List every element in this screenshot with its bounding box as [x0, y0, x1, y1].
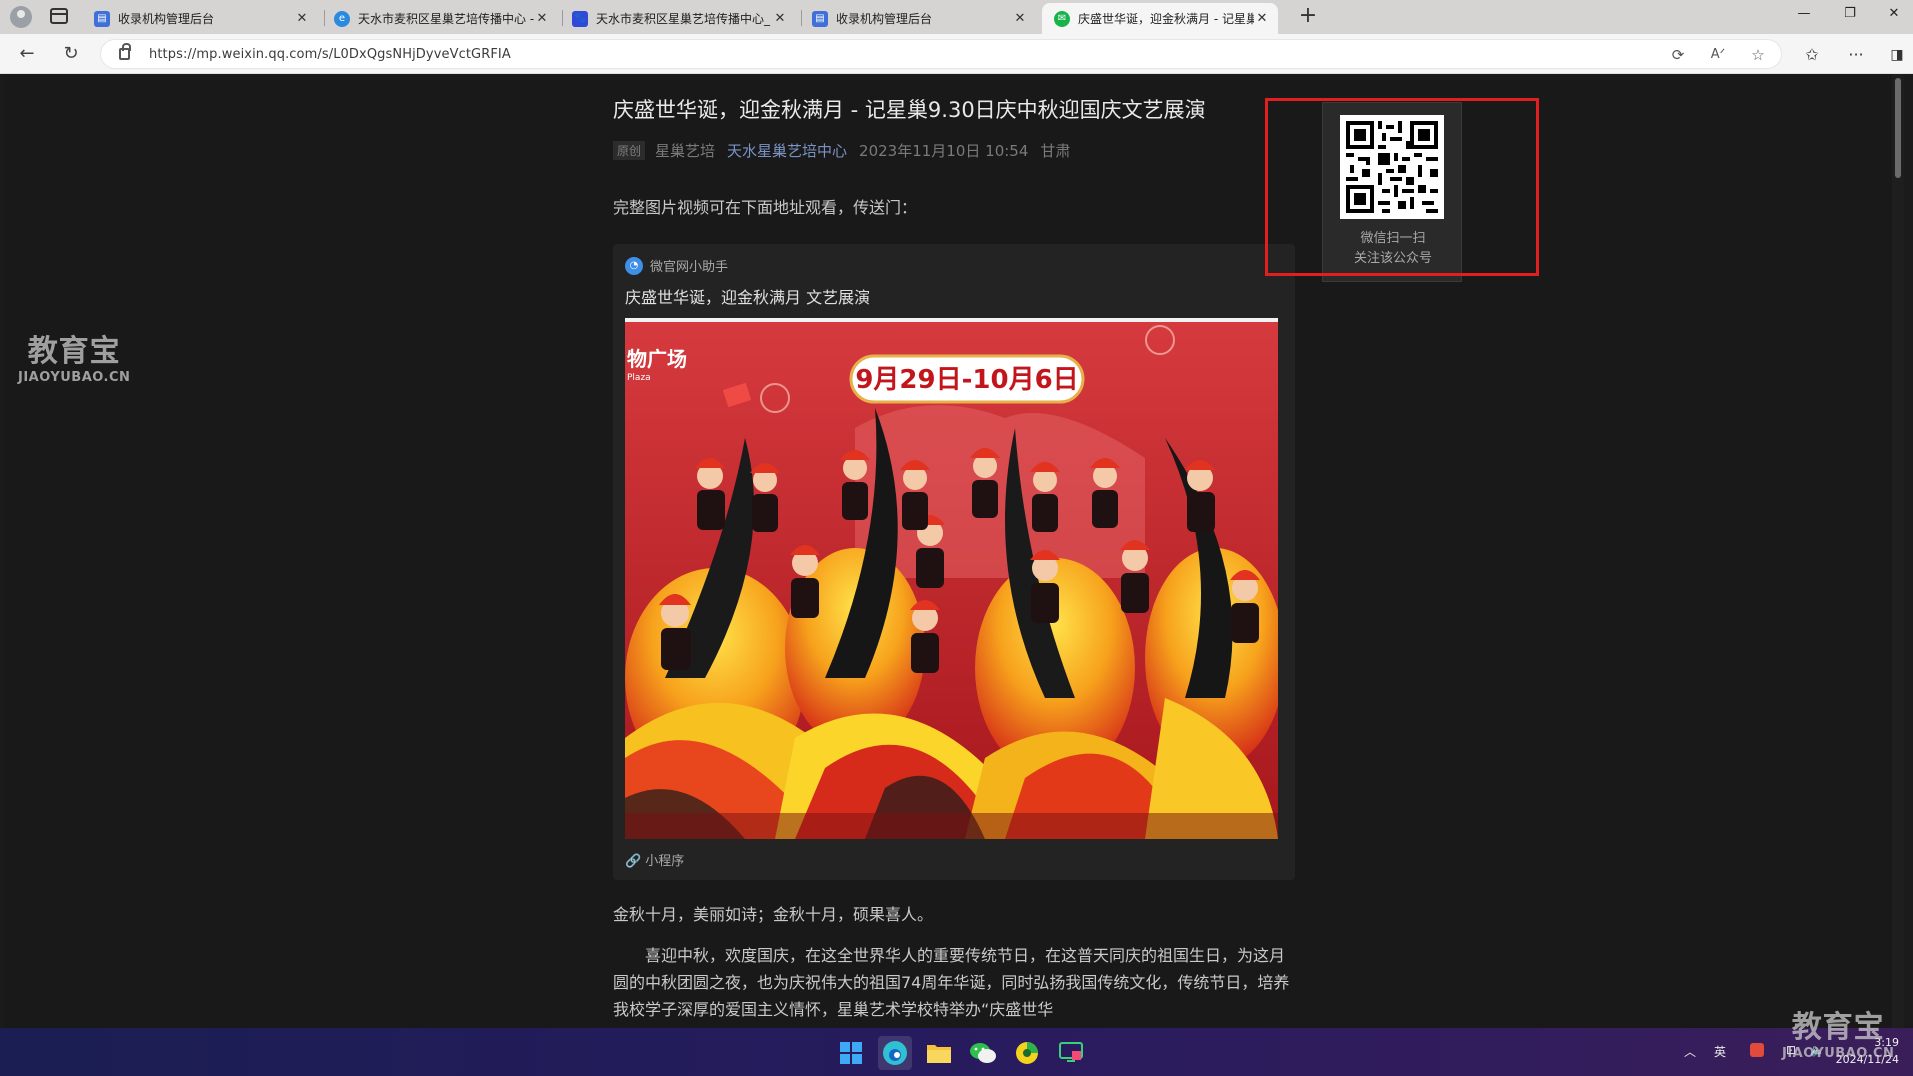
tray-overflow-icon[interactable]: ︿	[1684, 1043, 1696, 1060]
lock-icon[interactable]	[119, 43, 131, 60]
edge-browser-icon	[883, 1041, 907, 1065]
red-app-icon	[1750, 1043, 1764, 1057]
tab-xingchao-baidu[interactable]: 🐾 天水市麦积区星巢艺培传播中心_ ✕	[560, 3, 796, 34]
windows-taskbar: ︿ 英 ⊡ 🔈 3:19 2024/11/24	[0, 1028, 1913, 1076]
folder-icon	[927, 1045, 951, 1063]
ime-indicator[interactable]: 英	[1714, 1043, 1726, 1060]
tab-title: 天水市麦积区星巢艺培传播中心_	[596, 12, 771, 26]
sidebar-toggle-icon[interactable]: ◨	[1886, 44, 1908, 66]
tab-article-active[interactable]: ✉ 庆盛世华诞，迎金秋满月 - 记星巢 ✕	[1042, 3, 1278, 34]
performance-photo-illustration: 9月29日-10月6日 物广场 Plaza	[625, 318, 1278, 839]
refresh-button[interactable]: ↻	[60, 43, 82, 65]
card-footer-label: 小程序	[645, 854, 685, 869]
mini-program-logo-icon: ◔	[625, 256, 643, 275]
card-footer: 🔗 小程序	[625, 850, 684, 869]
highlight-annotation-box	[1265, 98, 1539, 276]
favorite-star-icon[interactable]: ☆	[1749, 46, 1767, 64]
translate-icon[interactable]: ⟳	[1669, 46, 1687, 64]
scrollbar-thumb[interactable]	[1895, 78, 1901, 178]
favorites-icon[interactable]: ✩	[1801, 44, 1823, 66]
app-tray-icon[interactable]	[1750, 1043, 1764, 1060]
tab-title: 收录机构管理后台	[836, 12, 933, 26]
wechat-favicon-icon: ✉	[1054, 10, 1070, 27]
green-yellow-app-icon	[1016, 1042, 1038, 1064]
article-meta: 原创 星巢艺培 天水星巢艺培中心 2023年11月10日 10:54 甘肃	[613, 140, 1082, 161]
watermark-en: JIAOYUBAO.CN	[1782, 1046, 1895, 1061]
file-explorer-button[interactable]	[922, 1036, 956, 1070]
wechat-taskbar-button[interactable]	[966, 1036, 1000, 1070]
paragraph-2: 喜迎中秋，欢度国庆，在这全世界华人的重要传统节日，在这普天同庆的祖国生日，为这月…	[613, 946, 1290, 1019]
author-name: 星巢艺培	[655, 142, 716, 160]
read-aloud-icon[interactable]: Aᐟ	[1709, 46, 1727, 64]
tab-xingchao-edge[interactable]: e 天水市麦积区星巢艺培传播中心 - ✕	[322, 3, 558, 34]
publish-location: 甘肃	[1040, 142, 1071, 160]
baidu-favicon-icon: 🐾	[572, 10, 588, 27]
page-viewport: 教育宝 JIAOYUBAO.CN 庆盛世华诞，迎金秋满月 - 记星巢9.30日庆…	[4, 74, 1904, 1028]
article-title: 庆盛世华诞，迎金秋满月 - 记星巢9.30日庆中秋迎国庆文艺展演	[613, 98, 1206, 122]
tab-strip: ▤ 收录机构管理后台 ✕ e 天水市麦积区星巢艺培传播中心 - ✕ 🐾 天水市麦…	[0, 0, 1913, 34]
windows-logo-icon	[840, 1042, 862, 1064]
close-tab-icon[interactable]: ✕	[1012, 11, 1028, 26]
url-text[interactable]: https://mp.weixin.qq.com/s/L0DxQgsNHjDyv…	[149, 47, 511, 62]
address-bar[interactable]: https://mp.weixin.qq.com/s/L0DxQgsNHjDyv…	[100, 39, 1782, 69]
back-button[interactable]: ←	[16, 43, 38, 65]
tab-admin-1[interactable]: ▤ 收录机构管理后台 ✕	[82, 3, 318, 34]
intro-paragraph: 完整图片视频可在下面地址观看，传送门：	[613, 198, 918, 217]
restore-button[interactable]: ❐	[1830, 6, 1870, 28]
card-source: ◔ 微官网小助手	[625, 256, 728, 275]
start-button[interactable]	[834, 1036, 868, 1070]
mini-program-card[interactable]: ◔ 微官网小助手 庆盛世华诞，迎金秋满月 文艺展演 9月29日-10月6日 物广…	[613, 244, 1295, 880]
admin-favicon-icon: ▤	[94, 10, 110, 27]
new-tab-button[interactable]: +	[1295, 4, 1321, 30]
watermark-logo: 教育宝 JIAOYUBAO.CN	[18, 326, 130, 385]
tab-title: 收录机构管理后台	[118, 12, 215, 26]
tab-actions-icon[interactable]	[50, 8, 68, 24]
performance-photo[interactable]: 9月29日-10月6日 物广场 Plaza	[625, 318, 1278, 839]
admin-favicon-icon: ▤	[812, 10, 828, 27]
card-title: 庆盛世华诞，迎金秋满月 文艺展演	[625, 288, 871, 307]
watermark-logo-corner: 教育宝 JIAOYUBAO.CN	[1782, 1002, 1894, 1061]
tab-admin-2[interactable]: ▤ 收录机构管理后台 ✕	[800, 3, 1036, 34]
close-tab-icon[interactable]: ✕	[772, 11, 788, 26]
original-badge: 原创	[613, 141, 646, 160]
watermark-en: JIAOYUBAO.CN	[18, 370, 131, 385]
watermark-cn: 教育宝	[27, 334, 121, 369]
more-menu-icon[interactable]: ···	[1845, 44, 1867, 66]
paragraph-1: 金秋十月，美丽如诗；金秋十月，硕果喜人。	[613, 905, 934, 924]
close-tab-icon[interactable]: ✕	[534, 11, 550, 26]
banner-date-text: 9月29日-10月6日	[855, 365, 1078, 395]
close-tab-icon[interactable]: ✕	[1254, 11, 1270, 26]
close-tab-icon[interactable]: ✕	[294, 11, 310, 26]
banner-side-sub: Plaza	[627, 373, 651, 383]
remote-desktop-button[interactable]	[1054, 1036, 1088, 1070]
wechat-icon	[970, 1043, 996, 1063]
publish-date: 2023年11月10日 10:54	[859, 142, 1029, 160]
edge-taskbar-button[interactable]	[878, 1036, 912, 1070]
page-scrollbar[interactable]	[1892, 74, 1904, 1028]
tab-title: 天水市麦积区星巢艺培传播中心 -	[358, 12, 534, 26]
tab-title: 庆盛世华诞，迎金秋满月 - 记星巢	[1078, 12, 1254, 26]
remote-desktop-icon	[1059, 1042, 1083, 1062]
app-taskbar-button[interactable]	[1010, 1036, 1044, 1070]
banner-side-text: 物广场	[627, 347, 687, 371]
card-source-name: 微官网小助手	[650, 260, 729, 275]
profile-avatar[interactable]	[10, 6, 32, 28]
watermark-cn: 教育宝	[1791, 1010, 1885, 1045]
browser-toolbar: ← ↻ https://mp.weixin.qq.com/s/L0DxQgsNH…	[0, 34, 1913, 74]
close-window-button[interactable]: ✕	[1874, 6, 1913, 28]
minimize-button[interactable]: —	[1784, 6, 1824, 28]
edge-favicon-icon: e	[334, 10, 350, 27]
account-link[interactable]: 天水星巢艺培中心	[727, 140, 847, 161]
link-icon: 🔗	[625, 854, 642, 869]
